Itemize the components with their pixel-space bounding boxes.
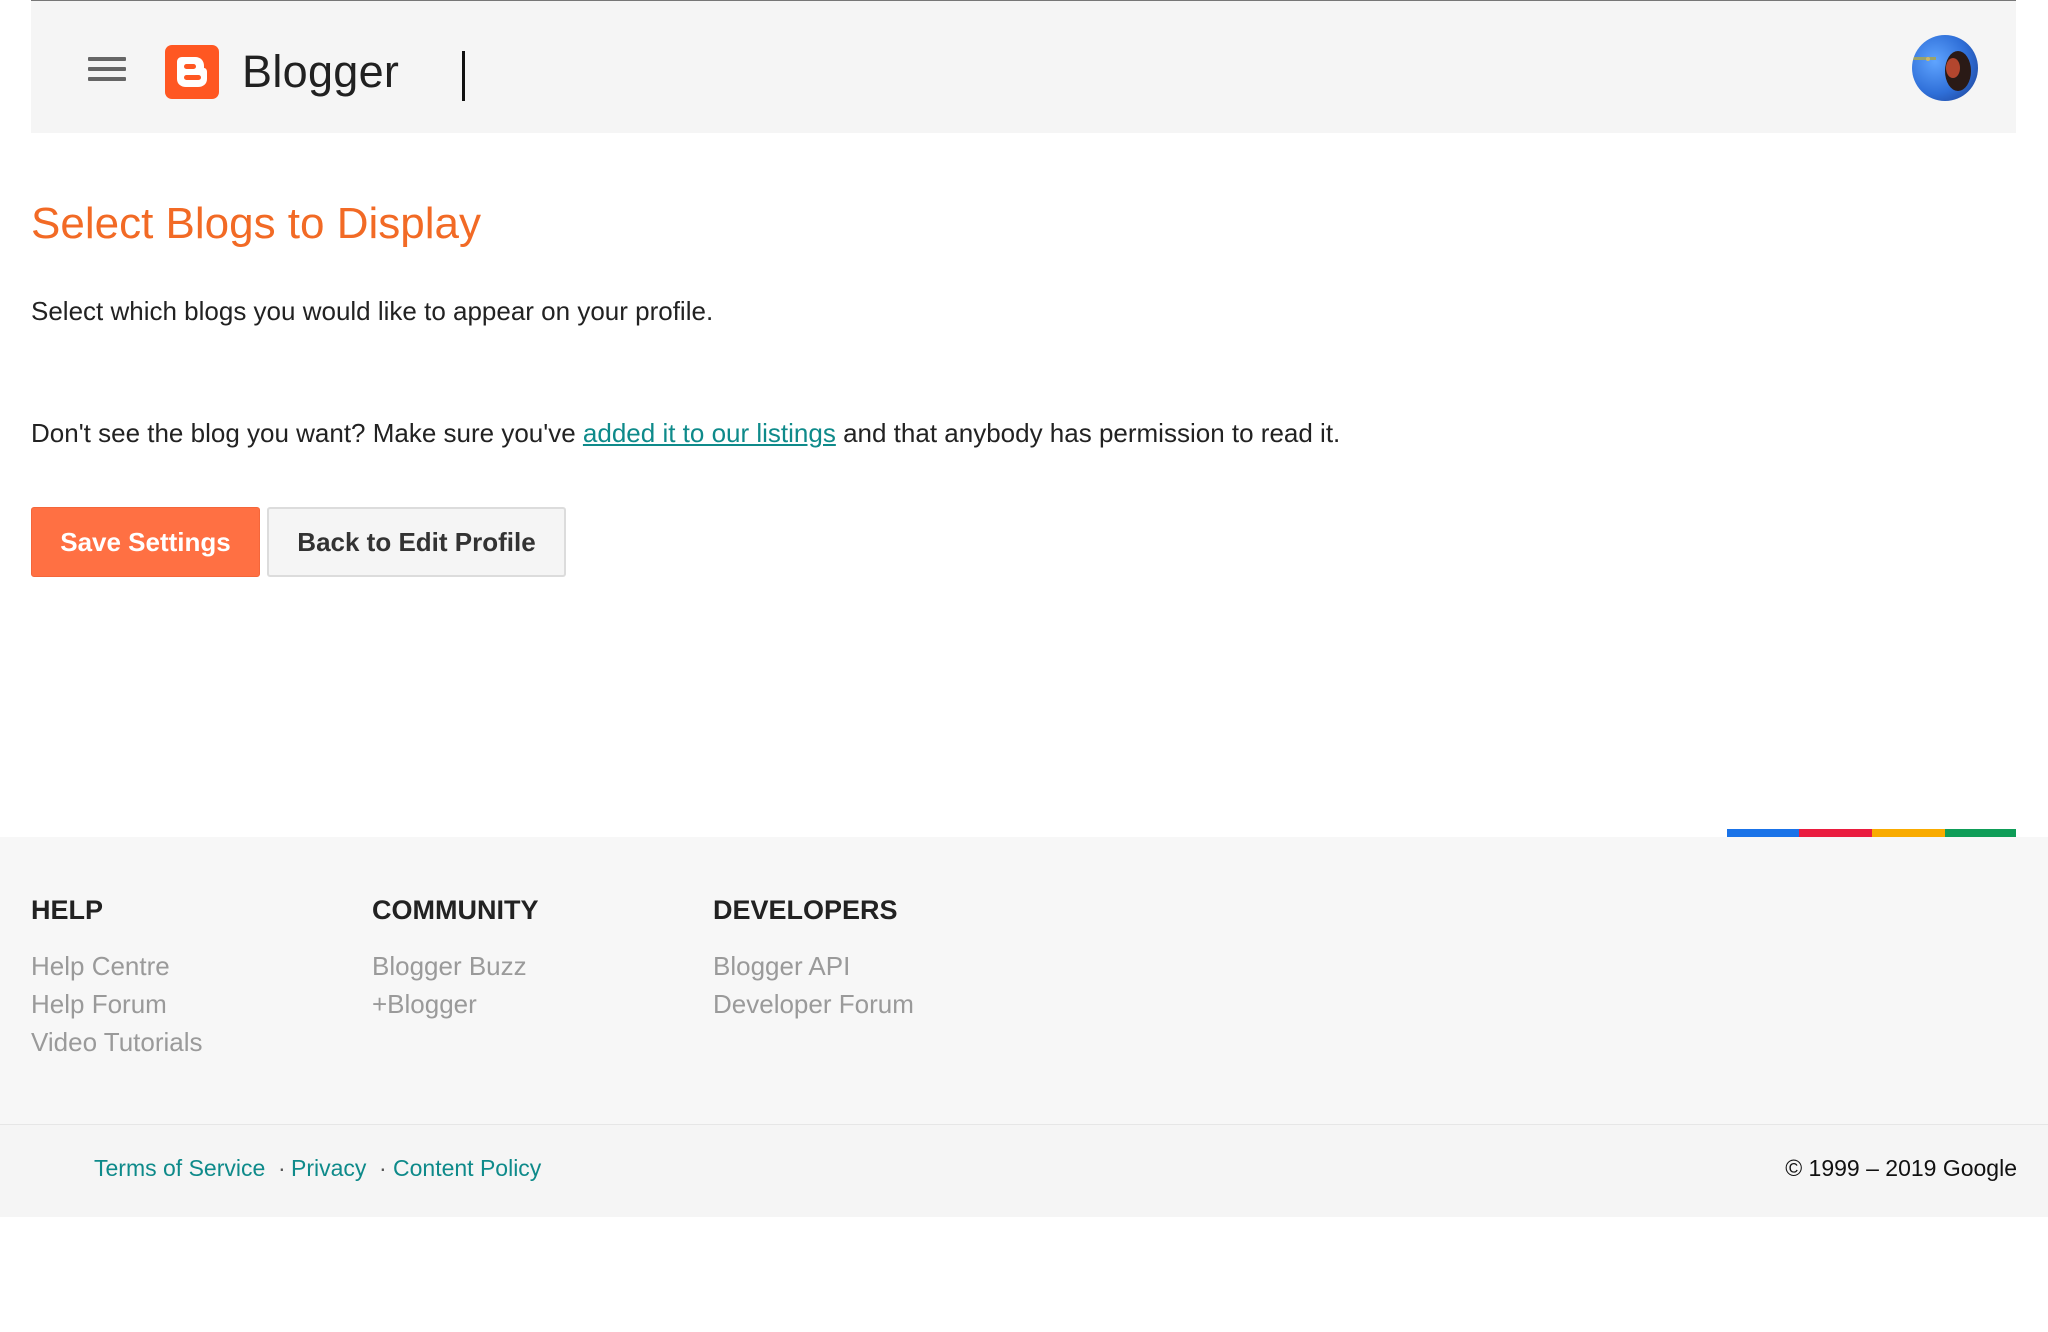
footer-accent-blue <box>1727 829 1799 837</box>
video-tutorials-link[interactable]: Video Tutorials <box>31 1025 203 1059</box>
footer-accent-yellow <box>1872 829 1945 837</box>
content-policy-link[interactable]: Content Policy <box>393 1155 541 1182</box>
copyright-text: © 1999 – 2019 Google <box>1785 1155 2017 1181</box>
app-header: Blogger <box>31 1 2016 133</box>
added-to-listings-link[interactable]: added it to our listings <box>583 418 836 448</box>
footer-heading-help: HELP <box>31 895 104 925</box>
blogger-api-link[interactable]: Blogger API <box>713 949 850 983</box>
footer-accent-red <box>1799 829 1872 837</box>
legal-separator: · <box>278 1155 286 1181</box>
legal-separator: · <box>379 1155 387 1181</box>
save-settings-button[interactable]: Save Settings <box>31 507 260 577</box>
developer-forum-link[interactable]: Developer Forum <box>713 987 914 1021</box>
user-avatar[interactable] <box>1912 35 1978 101</box>
blogger-buzz-link[interactable]: Blogger Buzz <box>372 949 527 983</box>
blogger-logo-icon[interactable] <box>165 45 219 99</box>
terms-of-service-link[interactable]: Terms of Service <box>94 1155 265 1182</box>
missing-blog-note: Don't see the blog you want? Make sure y… <box>31 416 1340 450</box>
footer-legal-bar: Terms of Service · Privacy · Content Pol… <box>0 1125 2048 1217</box>
note-text-start: Don't see the blog you want? Make sure y… <box>31 418 583 448</box>
page-title: Select Blogs to Display <box>31 199 481 248</box>
footer-accent-green <box>1945 829 2016 837</box>
privacy-link[interactable]: Privacy <box>291 1155 366 1182</box>
back-to-edit-profile-button[interactable]: Back to Edit Profile <box>267 507 566 577</box>
hamburger-menu-icon[interactable] <box>85 51 131 87</box>
page-description: Select which blogs you would like to app… <box>31 296 714 326</box>
help-centre-link[interactable]: Help Centre <box>31 949 170 983</box>
brand-name[interactable]: Blogger <box>242 45 399 99</box>
footer-heading-developers: DEVELOPERS <box>713 895 898 925</box>
help-forum-link[interactable]: Help Forum <box>31 987 167 1021</box>
page: Blogger Select Blogs to Display Select w… <box>0 0 2048 1332</box>
footer-links-section: HELP Help Centre Help Forum Video Tutori… <box>0 837 2048 1124</box>
note-text-end: and that anybody has permission to read … <box>835 418 1341 448</box>
plus-blogger-link[interactable]: +Blogger <box>372 987 477 1021</box>
footer-heading-community: COMMUNITY <box>372 895 539 925</box>
text-cursor <box>462 51 465 101</box>
